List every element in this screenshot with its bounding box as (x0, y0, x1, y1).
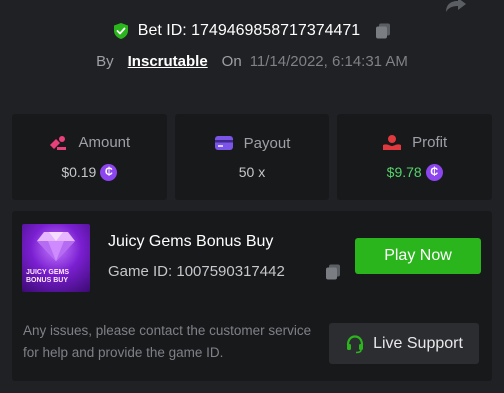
author-row: By Inscrutable On 11/14/2022, 6:14:31 AM (0, 53, 504, 70)
share-icon[interactable] (444, 0, 468, 12)
coin-icon: ₵ (425, 163, 443, 181)
thumbnail-title: JUICY GEMS BONUS BUY (26, 269, 70, 284)
amount-icon (50, 135, 67, 150)
bet-stats: Amount $0.19 ₵ Payout 50 x Profit $9.78 … (12, 114, 493, 200)
amount-stat: Amount $0.19 ₵ (12, 114, 167, 200)
bet-date: 11/14/2022, 6:14:31 AM (249, 53, 408, 70)
profit-stat: Profit $9.78 ₵ (337, 114, 493, 200)
payout-card-icon (214, 136, 233, 150)
payout-stat: Payout 50 x (174, 114, 330, 200)
amount-label: Amount (78, 134, 131, 151)
bet-id-row: Bet ID: 1749469858717374471 (0, 22, 504, 40)
payout-label: Payout (243, 134, 291, 152)
game-thumbnail[interactable]: JUICY GEMS BONUS BUY (22, 224, 90, 292)
gem-icon (37, 232, 75, 261)
support-notice: Any issues, please contact the customer … (23, 323, 312, 360)
play-now-button[interactable]: Play Now (355, 238, 481, 274)
amount-value: $0.19 (61, 164, 97, 180)
profit-icon (383, 134, 402, 150)
shield-check-icon (113, 23, 128, 39)
payout-value: 50 x (238, 163, 266, 180)
headset-icon (346, 334, 364, 353)
coin-icon: ₵ (100, 163, 118, 181)
game-card: JUICY GEMS BONUS BUY Juicy Gems Bonus Bu… (12, 211, 492, 381)
on-label: On (221, 53, 242, 70)
bet-id-text: Bet ID: 1749469858717374471 (137, 22, 361, 39)
live-support-label: Live Support (373, 334, 463, 352)
copy-icon[interactable] (374, 22, 392, 40)
game-name: Juicy Gems Bonus Buy (108, 233, 274, 250)
by-label: By (96, 53, 114, 70)
profit-label: Profit (412, 134, 448, 151)
copy-icon[interactable] (324, 263, 342, 281)
profit-value: $9.78 (386, 164, 422, 180)
game-id: Game ID: 1007590317442 (108, 263, 285, 280)
username-link[interactable]: Inscrutable (128, 53, 208, 70)
live-support-button[interactable]: Live Support (329, 323, 479, 364)
